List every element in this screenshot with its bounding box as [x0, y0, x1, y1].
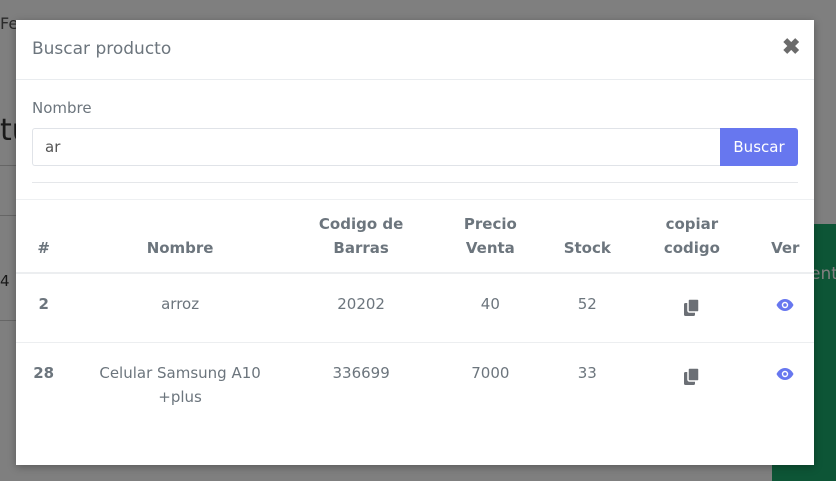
header-name: Nombre — [71, 200, 289, 274]
row-name: Celular Samsung A10 +plus — [99, 364, 261, 406]
row-name: arroz — [71, 273, 289, 343]
search-button[interactable]: Buscar — [720, 128, 798, 166]
form-divider — [32, 182, 798, 183]
row-id: 28 — [33, 364, 55, 382]
header-stock: Stock — [547, 200, 628, 274]
row-barcode: 20202 — [288, 273, 434, 343]
row-price: 40 — [433, 273, 548, 343]
row-copy-cell — [627, 343, 756, 428]
search-product-modal: Buscar producto ✖ Nombre Buscar # Nombre… — [16, 20, 814, 465]
row-view-cell — [756, 273, 814, 343]
header-number: # — [16, 200, 72, 274]
close-icon[interactable]: ✖ — [782, 36, 800, 58]
copy-icon[interactable] — [683, 298, 700, 317]
eye-icon[interactable] — [776, 295, 794, 311]
row-id: 2 — [16, 273, 72, 343]
header-barcode: Codigo de Barras — [288, 200, 434, 274]
header-view: Ver — [756, 200, 814, 274]
table-header-row: # Nombre Codigo de Barras Precio Venta S… — [16, 200, 814, 274]
copy-icon[interactable] — [683, 367, 700, 386]
name-field-label: Nombre — [32, 99, 92, 117]
row-stock: 33 — [577, 364, 597, 382]
row-copy-cell — [627, 273, 757, 343]
results-table: # Nombre Codigo de Barras Precio Venta S… — [16, 200, 814, 427]
row-stock: 52 — [547, 273, 628, 343]
row-barcode: 336699 — [332, 364, 390, 382]
modal-header: Buscar producto ✖ — [16, 20, 814, 80]
table-row: 28 Celular Samsung A10 +plus 336699 7000… — [16, 343, 814, 428]
search-input-group: Buscar — [32, 128, 798, 166]
table-row: 2 arroz 20202 40 52 — [16, 273, 814, 343]
name-search-input[interactable] — [32, 128, 720, 166]
eye-icon[interactable] — [776, 364, 794, 380]
row-view-cell — [757, 343, 815, 428]
header-copy-code: copiar codigo — [627, 200, 757, 274]
modal-title: Buscar producto — [32, 39, 172, 59]
row-price: 7000 — [471, 364, 510, 382]
header-price: Precio Venta — [433, 200, 548, 274]
